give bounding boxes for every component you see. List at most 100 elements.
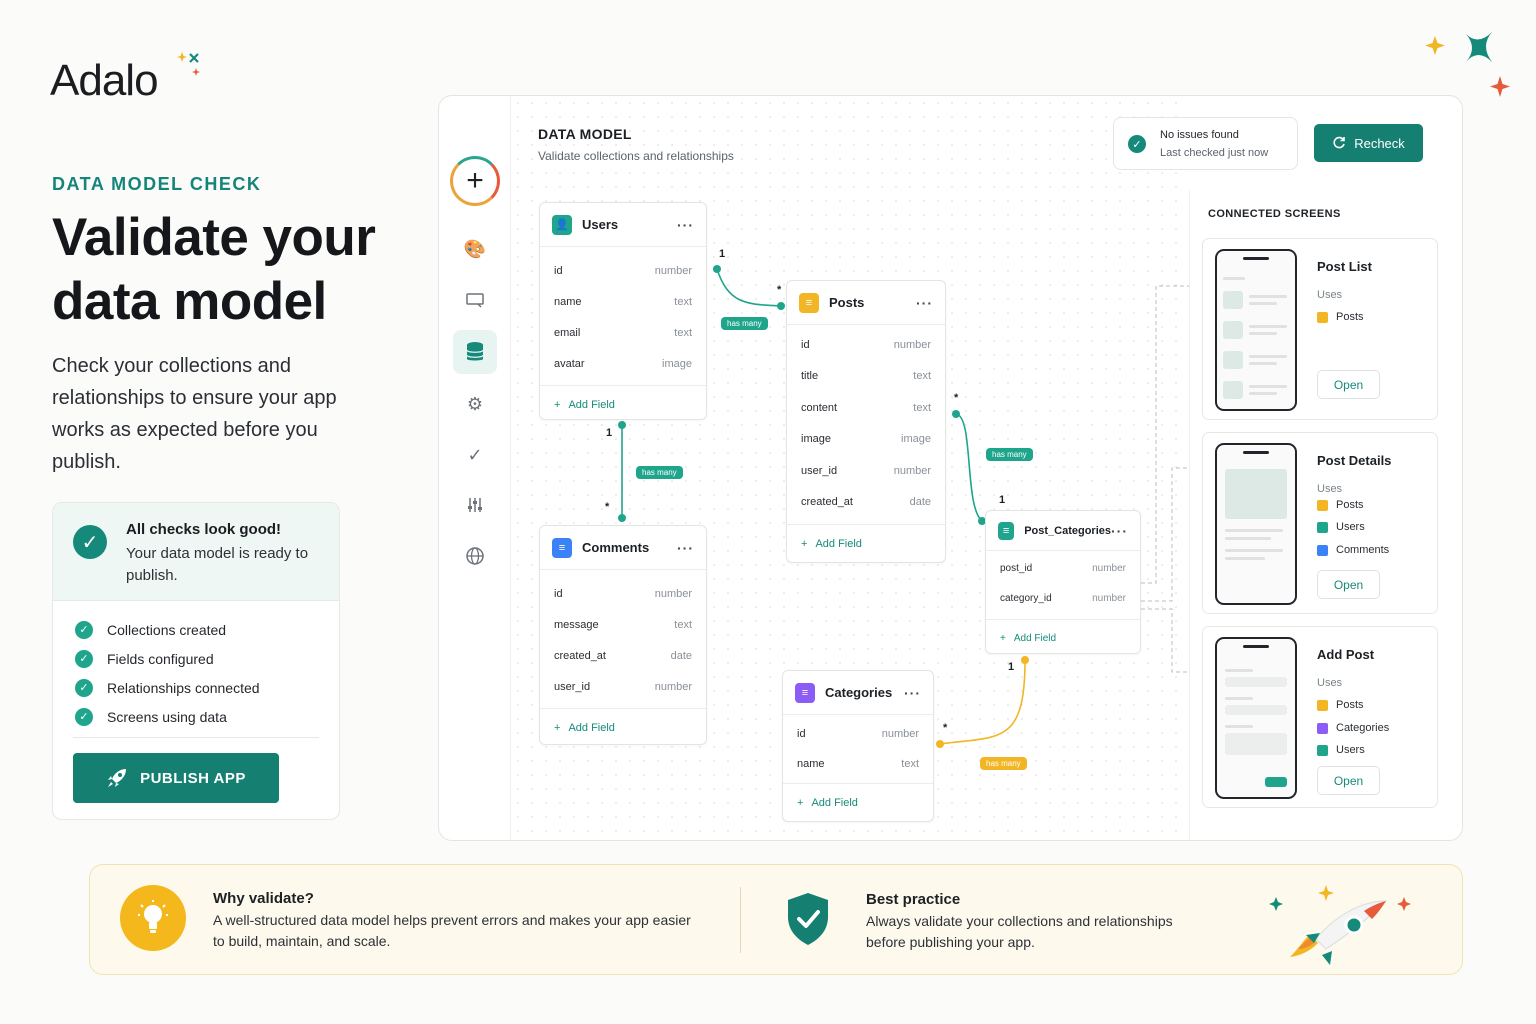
screen-name: Post Details bbox=[1317, 453, 1392, 468]
hero-title-line1: Validate your bbox=[52, 208, 376, 267]
check-circle-icon: ✓ bbox=[73, 525, 107, 559]
add-field-button[interactable]: + Add Field bbox=[986, 619, 1140, 657]
more-options-icon[interactable]: ··· bbox=[677, 540, 694, 556]
collection-comments[interactable]: ≡ Comments ··· id number message text create… bbox=[539, 525, 707, 745]
cardinality-label: 1 bbox=[606, 427, 613, 439]
user-icon: 👤 bbox=[552, 214, 572, 235]
logo-text: Adalo bbox=[50, 56, 159, 105]
cardinality-label: 1 bbox=[999, 494, 1006, 506]
collection-name: Comments bbox=[582, 540, 650, 555]
screen-card-add-post[interactable]: Add Post Uses Posts Categories Users Ope… bbox=[1202, 626, 1438, 808]
check-item: ✓ Relationships connected bbox=[75, 673, 260, 702]
field-row: title text bbox=[801, 370, 931, 383]
sparkle-icon bbox=[177, 52, 200, 76]
collection-header: ≡ Posts ··· bbox=[787, 281, 945, 325]
field-row: user_id number bbox=[801, 464, 931, 477]
connected-screens-title: CONNECTED SCREENS bbox=[1208, 208, 1341, 220]
phone-preview bbox=[1215, 637, 1297, 799]
add-field-button[interactable]: + Add Field bbox=[540, 708, 706, 746]
check-item-label: Fields configured bbox=[107, 650, 214, 667]
connected-screens-panel: CONNECTED SCREENS Post List Uses Posts O… bbox=[1189, 190, 1462, 840]
add-field-button[interactable]: + Add Field bbox=[787, 524, 945, 562]
field-row: user_id number bbox=[554, 680, 692, 693]
field-row: id number bbox=[554, 587, 692, 600]
uses-label: Uses bbox=[1317, 483, 1343, 495]
check-subheading: Your data model is ready to publish. bbox=[126, 545, 309, 584]
check-item-label: Relationships connected bbox=[107, 679, 260, 696]
field-row: avatar image bbox=[554, 357, 692, 370]
data-model-panel: + 🎨 ⚙ ✓ DATA MODEL Validate collections … bbox=[438, 95, 1463, 841]
uses-label: Uses bbox=[1317, 289, 1343, 301]
info-banner: Why validate? A well-structured data mod… bbox=[89, 864, 1463, 975]
field-row: id number bbox=[797, 728, 919, 740]
publish-app-button[interactable]: PUBLISH APP bbox=[73, 753, 279, 803]
collection-posts[interactable]: ≡ Posts ··· id number title text content text… bbox=[786, 280, 946, 563]
open-screen-button[interactable]: Open bbox=[1317, 766, 1380, 795]
more-options-icon[interactable]: ··· bbox=[677, 217, 694, 233]
open-screen-button[interactable]: Open bbox=[1317, 370, 1380, 399]
field-row: category_id number bbox=[1000, 592, 1126, 604]
check-item: ✓ Collections created bbox=[75, 615, 260, 644]
comments-icon: ≡ bbox=[552, 537, 572, 558]
uses-item: Posts bbox=[1317, 311, 1364, 323]
why-title: Why validate? bbox=[213, 890, 314, 907]
divider bbox=[740, 887, 741, 953]
screen-card-post-list[interactable]: Post List Uses Posts Open bbox=[1202, 238, 1438, 420]
field-row: image image bbox=[801, 433, 931, 446]
plus-icon: + bbox=[554, 398, 561, 411]
field-row: post_id number bbox=[1000, 562, 1126, 574]
publish-label: PUBLISH APP bbox=[140, 769, 246, 787]
cardinality-label: 1 bbox=[719, 248, 726, 260]
screen-name: Post List bbox=[1317, 259, 1372, 274]
collection-post-categories[interactable]: ≡ Post_Categories ··· post_id number catego… bbox=[985, 510, 1141, 654]
collection-header: ≡ Categories ··· bbox=[783, 671, 933, 715]
collection-users[interactable]: 👤 Users ··· id number name text email text av… bbox=[539, 202, 707, 420]
check-icon: ✓ bbox=[75, 707, 93, 726]
best-text: Always validate your collections and rel… bbox=[866, 913, 1173, 950]
screen-card-post-details[interactable]: Post Details Uses Posts Users Comments O… bbox=[1202, 432, 1438, 614]
add-field-button[interactable]: + Add Field bbox=[540, 385, 706, 423]
add-field-button[interactable]: + Add Field bbox=[783, 783, 933, 821]
cardinality-label: * bbox=[943, 722, 948, 734]
best-title: Best practice bbox=[866, 891, 961, 908]
divider bbox=[73, 737, 319, 738]
check-item-label: Screens using data bbox=[107, 708, 227, 725]
shield-check-icon bbox=[788, 893, 828, 945]
hero-title: Validate your data model bbox=[52, 206, 412, 334]
uses-item: Users bbox=[1317, 521, 1365, 533]
rocket-icon bbox=[108, 769, 127, 787]
hero-title-line2: data model bbox=[52, 272, 327, 331]
plus-icon: + bbox=[1000, 633, 1006, 644]
why-text: A well-structured data model helps preve… bbox=[213, 912, 691, 949]
collection-categories[interactable]: ≡ Categories ··· id number name text + Add Fi… bbox=[782, 670, 934, 822]
open-screen-button[interactable]: Open bbox=[1317, 570, 1380, 599]
relation-badge: has many bbox=[721, 317, 768, 330]
decor-sparkles-icon bbox=[1425, 32, 1510, 97]
check-list: ✓ Collections created ✓ Fields configured … bbox=[75, 615, 260, 731]
cardinality-label: 1 bbox=[1008, 661, 1015, 673]
adalo-logo: Adalo bbox=[50, 52, 200, 106]
relation-badge: has many bbox=[636, 466, 683, 479]
cardinality-label: * bbox=[605, 501, 610, 513]
check-item: ✓ Fields configured bbox=[75, 644, 260, 673]
check-summary-header: ✓ All checks look good! Your data model … bbox=[53, 503, 339, 601]
uses-label: Uses bbox=[1317, 677, 1343, 689]
categories-icon: ≡ bbox=[795, 682, 815, 703]
collection-name: Posts bbox=[829, 295, 865, 310]
relation-badge: has many bbox=[986, 448, 1033, 461]
uses-item: Categories bbox=[1317, 722, 1389, 734]
field-row: email text bbox=[554, 326, 692, 339]
more-options-icon[interactable]: ··· bbox=[1111, 523, 1128, 539]
collection-header: ≡ Comments ··· bbox=[540, 526, 706, 570]
collection-name: Users bbox=[582, 217, 619, 232]
field-row: name text bbox=[554, 295, 692, 308]
field-row: created_at date bbox=[554, 649, 692, 662]
plus-icon: + bbox=[554, 721, 561, 734]
phone-preview bbox=[1215, 249, 1297, 411]
more-options-icon[interactable]: ··· bbox=[916, 295, 933, 311]
plus-icon: + bbox=[801, 537, 808, 550]
table-icon: ≡ bbox=[998, 521, 1015, 540]
relation-badge: has many bbox=[980, 757, 1027, 770]
more-options-icon[interactable]: ··· bbox=[904, 685, 921, 701]
collection-header: ≡ Post_Categories ··· bbox=[986, 511, 1140, 551]
